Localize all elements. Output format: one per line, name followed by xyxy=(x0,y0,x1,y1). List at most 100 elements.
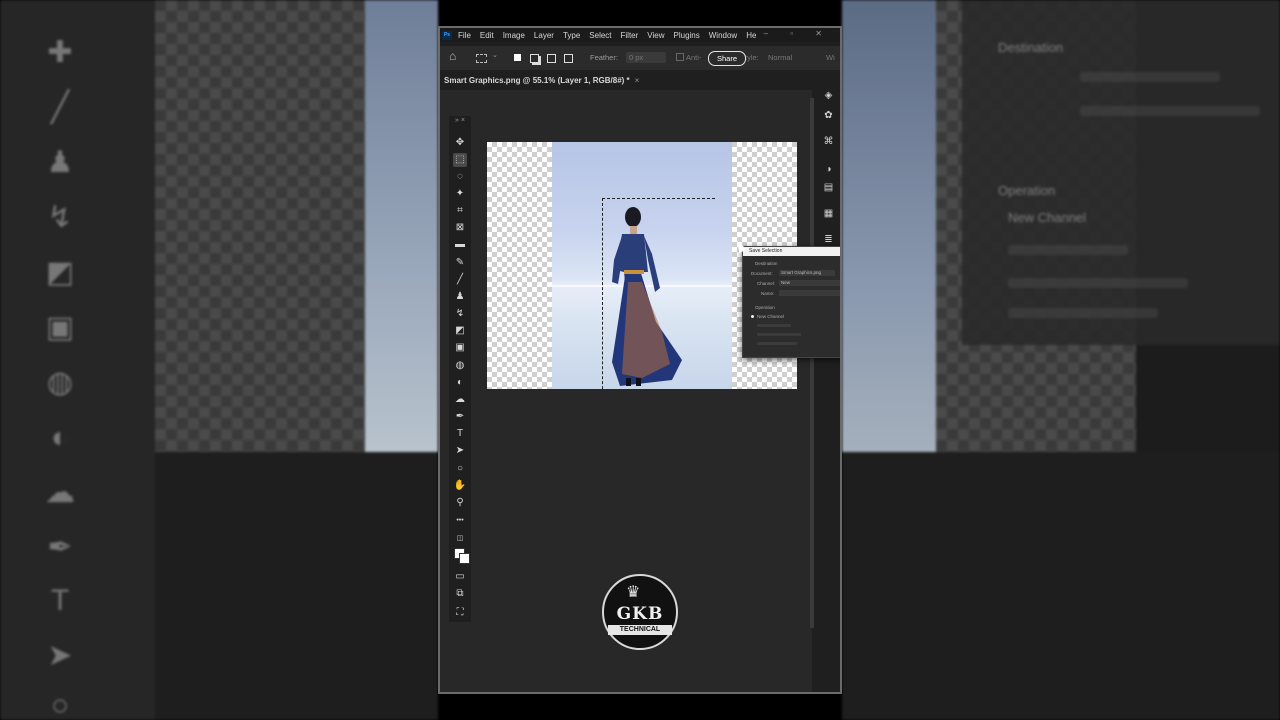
save-selection-dialog-title: Save Selection xyxy=(743,247,840,256)
background-blur-right: Destination Operation New Channel xyxy=(842,0,1280,720)
intersect-selection-icon[interactable] xyxy=(564,54,573,63)
style-select[interactable]: Normal xyxy=(768,53,792,62)
gradient-tool-icon[interactable]: ▣ xyxy=(453,341,467,355)
blur-tool-icon[interactable]: ◍ xyxy=(453,359,467,373)
background-workarea xyxy=(155,452,438,720)
selection-arrow-icon: ➤ xyxy=(47,639,73,672)
paths-icon[interactable]: ⌘ xyxy=(823,136,834,147)
magic-wand-tool-icon[interactable]: ✦ xyxy=(453,187,467,201)
path-selection-tool-icon[interactable]: ➤ xyxy=(453,444,467,458)
new-channel-radio[interactable] xyxy=(751,315,754,318)
smudge-tool-icon[interactable]: ☁ xyxy=(453,393,467,407)
properties-icon[interactable]: ▤ xyxy=(823,182,834,193)
watermark-main-text: GKB xyxy=(616,604,664,624)
clone-stamp-tool-icon[interactable]: ♟ xyxy=(453,290,467,304)
marquee-preset-icon[interactable] xyxy=(476,54,487,63)
subtract-selection-icon[interactable] xyxy=(547,54,556,63)
share-button[interactable]: Share xyxy=(708,51,746,66)
close-icon[interactable]: × xyxy=(635,76,640,85)
document-tab[interactable]: Smart Graphics.png @ 55.1% (Layer 1, RGB… xyxy=(440,74,704,88)
background-dialog-field xyxy=(1080,72,1220,82)
type-tool-icon[interactable]: T xyxy=(453,427,467,441)
menu-file[interactable]: File xyxy=(458,31,471,40)
quick-mask-icon[interactable]: ▭ xyxy=(453,570,467,584)
channels-icon[interactable]: ✿ xyxy=(823,110,834,121)
frame-tool-icon[interactable]: ⊠ xyxy=(453,221,467,235)
ellipse-tool-icon[interactable]: ○ xyxy=(453,462,467,476)
tools-panel-header[interactable]: » × xyxy=(449,116,471,125)
crown-icon: ♛ xyxy=(626,584,641,601)
menu-help[interactable]: He xyxy=(746,31,756,40)
pen-tool-icon[interactable]: ✒ xyxy=(453,410,467,424)
right-panel-dock: ◈ ✿ ⌘ ◑ ▤ ▦ ≣ xyxy=(818,78,840,692)
layers-icon[interactable]: ◈ xyxy=(823,90,834,101)
gradient-icon: ▣ xyxy=(45,311,75,344)
ellipse-icon: ○ xyxy=(50,689,70,720)
background-dialog-bar xyxy=(1008,278,1188,288)
background-color-swatch[interactable] xyxy=(459,553,470,564)
home-icon[interactable]: ⌂ xyxy=(449,49,456,63)
menu-view[interactable]: View xyxy=(647,31,664,40)
brush-icon: ╱ xyxy=(50,91,70,124)
chevron-down-icon[interactable]: ⌄ xyxy=(492,51,498,59)
history-brush-tool-icon[interactable]: ↯ xyxy=(453,307,467,321)
bandage-icon: ✚ xyxy=(47,36,73,69)
name-input[interactable] xyxy=(779,290,840,296)
feather-label: Feather: xyxy=(590,53,618,62)
spot-healing-tool-icon[interactable]: ✎ xyxy=(453,256,467,270)
document-label: Document: xyxy=(751,271,773,276)
menu-bar: Ps File Edit Image Layer Type Select Fil… xyxy=(440,28,840,42)
photoshop-logo-icon: Ps xyxy=(442,30,452,40)
subtract-from-channel-option[interactable] xyxy=(757,333,801,336)
adjustments-icon[interactable]: ◑ xyxy=(823,164,834,175)
libraries-icon[interactable]: ▦ xyxy=(823,208,834,219)
reset-colors-icon[interactable]: ◫ ↶ xyxy=(453,532,467,556)
document-select[interactable]: Smart Graphics.png xyxy=(779,270,835,276)
channel-label: Channel: xyxy=(757,281,776,286)
feather-input[interactable]: 0 px xyxy=(626,52,666,63)
intersect-with-channel-option[interactable] xyxy=(757,342,797,345)
blur-icon: ◍ xyxy=(46,366,74,399)
move-tool-icon[interactable]: ✥ xyxy=(453,136,467,150)
background-blur-left: ✚ ╱ ♟ ↯ ◩ ▣ ◍ ◐ ☁ ✒ T ➤ ○ xyxy=(0,0,438,720)
lasso-tool-icon[interactable]: ◌ xyxy=(453,170,467,184)
crop-tool-icon[interactable]: ⌗ xyxy=(453,204,467,218)
background-tool-strip: ✚ ╱ ♟ ↯ ◩ ▣ ◍ ◐ ☁ ✒ T ➤ ○ xyxy=(0,0,155,720)
smudge-icon: ☁ xyxy=(45,476,75,509)
hand-tool-icon[interactable]: ✋ xyxy=(453,479,467,493)
vertical-scrollbar[interactable] xyxy=(810,98,814,628)
eraser-tool-icon[interactable]: ◩ xyxy=(453,324,467,338)
antialias-checkbox[interactable] xyxy=(676,53,684,61)
screen-mode-icon[interactable]: ⧉ xyxy=(453,587,467,601)
operation-heading: Operation xyxy=(755,305,775,310)
eraser-icon: ◩ xyxy=(45,256,75,289)
menu-plugins[interactable]: Plugins xyxy=(674,31,700,40)
type-icon: T xyxy=(50,584,70,617)
menu-select[interactable]: Select xyxy=(589,31,611,40)
menu-window[interactable]: Window xyxy=(709,31,737,40)
menu-layer[interactable]: Layer xyxy=(534,31,554,40)
watermark-sub-text: TECHNICAL xyxy=(608,625,672,635)
history-icon[interactable]: ≣ xyxy=(823,234,834,245)
dodge-icon: ◐ xyxy=(50,421,70,454)
add-to-channel-option[interactable] xyxy=(757,324,791,327)
window-controls[interactable]: – ▫ ✕ xyxy=(764,29,832,38)
history-brush-icon: ↯ xyxy=(47,201,73,234)
zoom-tool-icon[interactable]: ⚲ xyxy=(453,496,467,510)
dodge-tool-icon[interactable]: ◐ xyxy=(453,376,467,390)
menu-filter[interactable]: Filter xyxy=(621,31,639,40)
new-channel-label: New Channel xyxy=(757,314,785,319)
generative-fill-icon[interactable]: ⛶ xyxy=(453,606,467,620)
more-tools-icon[interactable]: ••• xyxy=(453,514,467,528)
rectangular-marquee-tool-icon[interactable]: ⬚ xyxy=(453,153,467,167)
menu-type[interactable]: Type xyxy=(563,31,580,40)
channel-select[interactable]: New xyxy=(779,280,840,286)
new-selection-icon[interactable] xyxy=(514,54,521,61)
brush-tool-icon[interactable]: ╱ xyxy=(453,273,467,287)
menu-edit[interactable]: Edit xyxy=(480,31,494,40)
stamp-icon: ♟ xyxy=(46,146,74,179)
background-dialog-bar xyxy=(1008,308,1158,318)
add-selection-icon[interactable] xyxy=(530,54,539,63)
menu-image[interactable]: Image xyxy=(503,31,525,40)
ruler-tool-icon[interactable]: ▬ xyxy=(453,238,467,252)
